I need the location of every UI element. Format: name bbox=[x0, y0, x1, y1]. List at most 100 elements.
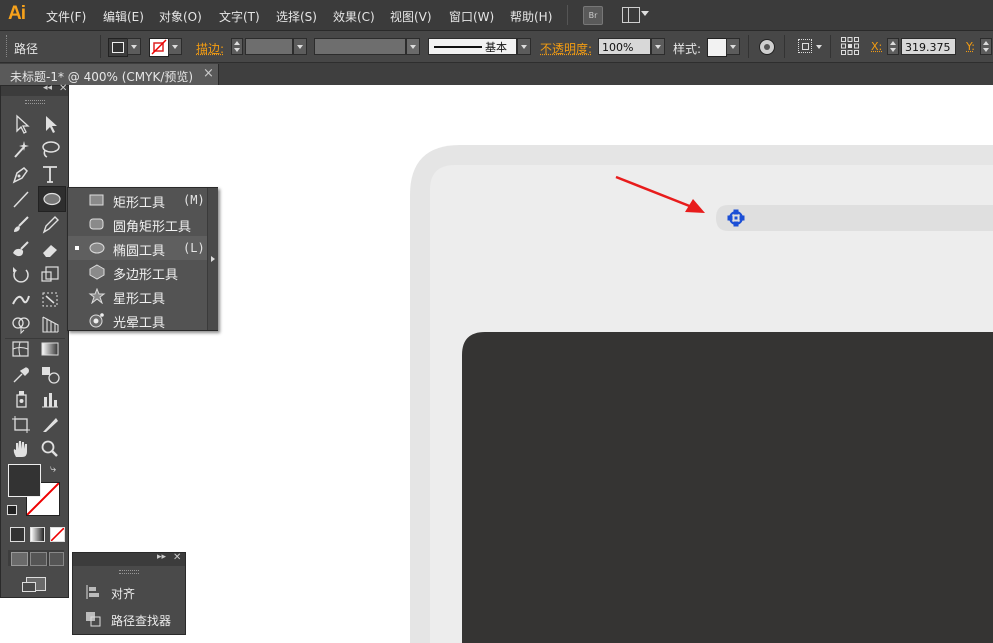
blob-brush-tool-icon[interactable] bbox=[9, 238, 33, 260]
magic-wand-tool-icon[interactable] bbox=[9, 138, 33, 160]
flyout-item-rounded-rectangle[interactable]: 圆角矩形工具 bbox=[68, 212, 208, 236]
symbol-sprayer-tool-icon[interactable] bbox=[9, 388, 33, 410]
draw-behind-icon[interactable] bbox=[30, 552, 47, 566]
x-label[interactable]: X: bbox=[871, 40, 882, 53]
ellipse-icon bbox=[89, 242, 105, 254]
style-dropdown[interactable] bbox=[726, 38, 740, 55]
tools-panel-header[interactable]: ◂◂ ✕ bbox=[1, 83, 68, 96]
brush-dropdown[interactable] bbox=[517, 38, 531, 55]
flyout-item-rectangle[interactable]: 矩形工具 (M) bbox=[68, 188, 208, 212]
artboard-tool-icon[interactable] bbox=[9, 413, 33, 435]
opacity-label[interactable]: 不透明度: bbox=[540, 40, 592, 57]
pen-tool-icon[interactable] bbox=[9, 163, 33, 185]
scale-tool-icon[interactable] bbox=[38, 263, 62, 285]
fill-color-swatch-front[interactable] bbox=[8, 464, 41, 497]
mesh-tool-icon[interactable] bbox=[9, 338, 33, 360]
flyout-item-star[interactable]: 星形工具 bbox=[68, 284, 208, 308]
x-field[interactable]: 319.375 bbox=[901, 38, 956, 55]
ellipse-tool-icon[interactable] bbox=[38, 186, 66, 212]
default-colors-icon[interactable] bbox=[7, 505, 17, 515]
y-spinner[interactable] bbox=[980, 38, 992, 55]
document-tab[interactable]: 未标题-1* @ 400% (CMYK/预览) × bbox=[0, 64, 219, 85]
panel-header[interactable]: ▸▸ ✕ bbox=[73, 552, 185, 566]
profile-dropdown[interactable] bbox=[406, 38, 420, 55]
expand-icon[interactable]: ▸▸ bbox=[157, 552, 166, 562]
menu-edit[interactable]: 编辑(E) bbox=[103, 8, 144, 25]
color-mode-icon[interactable] bbox=[10, 527, 25, 542]
screen-mode-icon[interactable] bbox=[22, 577, 46, 592]
fill-swatch[interactable] bbox=[108, 38, 128, 57]
zoom-tool-icon[interactable] bbox=[38, 438, 62, 460]
variable-width-profile[interactable] bbox=[314, 38, 406, 55]
menu-select[interactable]: 选择(S) bbox=[276, 8, 317, 25]
rotate-tool-icon[interactable] bbox=[9, 263, 33, 285]
opacity-field[interactable]: 100% bbox=[598, 38, 651, 55]
select-similar-icon[interactable] bbox=[798, 39, 812, 53]
menu-type[interactable]: 文字(T) bbox=[219, 8, 260, 25]
gradient-mode-icon[interactable] bbox=[30, 527, 45, 542]
stroke-swatch[interactable] bbox=[149, 38, 169, 57]
y-label[interactable]: Y: bbox=[966, 40, 975, 53]
workspace-switcher-icon[interactable] bbox=[622, 7, 640, 23]
brush-definition[interactable]: 基本 bbox=[428, 38, 517, 55]
lasso-tool-icon[interactable] bbox=[38, 138, 62, 160]
selection-tool-icon[interactable] bbox=[9, 113, 33, 135]
draw-inside-icon[interactable] bbox=[49, 552, 64, 566]
free-transform-tool-icon[interactable] bbox=[38, 288, 62, 310]
slice-tool-icon[interactable] bbox=[38, 413, 62, 435]
swap-colors-icon[interactable]: ⤷ bbox=[50, 462, 56, 476]
menu-window[interactable]: 窗口(W) bbox=[449, 8, 494, 25]
polygon-icon bbox=[89, 264, 105, 280]
stroke-dropdown[interactable] bbox=[168, 38, 182, 55]
flyout-item-polygon[interactable]: 多边形工具 bbox=[68, 260, 208, 284]
width-tool-icon[interactable] bbox=[9, 288, 33, 310]
menu-file[interactable]: 文件(F) bbox=[46, 8, 86, 25]
gradient-tool-icon[interactable] bbox=[38, 338, 62, 360]
hand-tool-icon[interactable] bbox=[9, 438, 33, 460]
graphic-style-swatch[interactable] bbox=[707, 38, 727, 57]
menu-view[interactable]: 视图(V) bbox=[390, 8, 432, 25]
eyedropper-tool-icon[interactable] bbox=[9, 363, 33, 385]
panel-item-pathfinder[interactable]: 路径查找器 bbox=[73, 606, 185, 632]
opacity-dropdown[interactable] bbox=[651, 38, 665, 55]
fill-dropdown[interactable] bbox=[127, 38, 141, 55]
tools-panel: ◂◂ ✕ ⤷ bbox=[0, 83, 69, 598]
direct-selection-tool-icon[interactable] bbox=[38, 113, 62, 135]
stroke-label[interactable]: 描边: bbox=[196, 40, 224, 57]
close-icon[interactable]: ✕ bbox=[59, 83, 67, 94]
panel-item-align[interactable]: 对齐 bbox=[73, 579, 185, 605]
draw-normal-icon[interactable] bbox=[11, 552, 28, 566]
menu-effect[interactable]: 效果(C) bbox=[333, 8, 375, 25]
eraser-tool-icon[interactable] bbox=[38, 238, 62, 260]
stroke-weight-spinner[interactable] bbox=[231, 38, 243, 55]
shape-builder-tool-icon[interactable] bbox=[9, 313, 33, 335]
type-tool-icon[interactable] bbox=[38, 163, 62, 185]
menu-object[interactable]: 对象(O) bbox=[159, 8, 202, 25]
recolor-artwork-icon[interactable] bbox=[759, 39, 775, 55]
bridge-button[interactable]: Br bbox=[583, 6, 603, 25]
menu-help[interactable]: 帮助(H) bbox=[510, 8, 552, 25]
flyout-item-flare[interactable]: 光晕工具 bbox=[68, 308, 208, 332]
close-icon[interactable]: ✕ bbox=[173, 552, 181, 563]
flyout-item-label: 多边形工具 bbox=[113, 268, 179, 283]
paintbrush-tool-icon[interactable] bbox=[9, 213, 33, 235]
perspective-grid-tool-icon[interactable] bbox=[38, 313, 62, 335]
flyout-item-ellipse[interactable]: 椭圆工具 (L) bbox=[68, 236, 208, 260]
chevron-down-icon[interactable] bbox=[816, 45, 822, 49]
selection-type-label: 路径 bbox=[14, 42, 39, 56]
x-spinner[interactable] bbox=[887, 38, 899, 55]
collapse-icon[interactable]: ◂◂ bbox=[43, 83, 52, 93]
close-icon[interactable]: × bbox=[203, 66, 214, 81]
none-mode-icon[interactable] bbox=[50, 527, 65, 542]
stroke-weight-field[interactable] bbox=[245, 38, 293, 55]
tear-off-strip[interactable] bbox=[207, 188, 218, 330]
reference-point-icon[interactable] bbox=[841, 37, 859, 55]
pencil-tool-icon[interactable] bbox=[38, 213, 62, 235]
blend-tool-icon[interactable] bbox=[38, 363, 62, 385]
line-segment-tool-icon[interactable] bbox=[9, 188, 33, 210]
chevron-down-icon[interactable] bbox=[641, 11, 649, 16]
selected-bullet-icon bbox=[75, 246, 79, 250]
column-graph-tool-icon[interactable] bbox=[38, 388, 62, 410]
stroke-weight-dropdown[interactable] bbox=[293, 38, 307, 55]
divider bbox=[784, 35, 785, 58]
